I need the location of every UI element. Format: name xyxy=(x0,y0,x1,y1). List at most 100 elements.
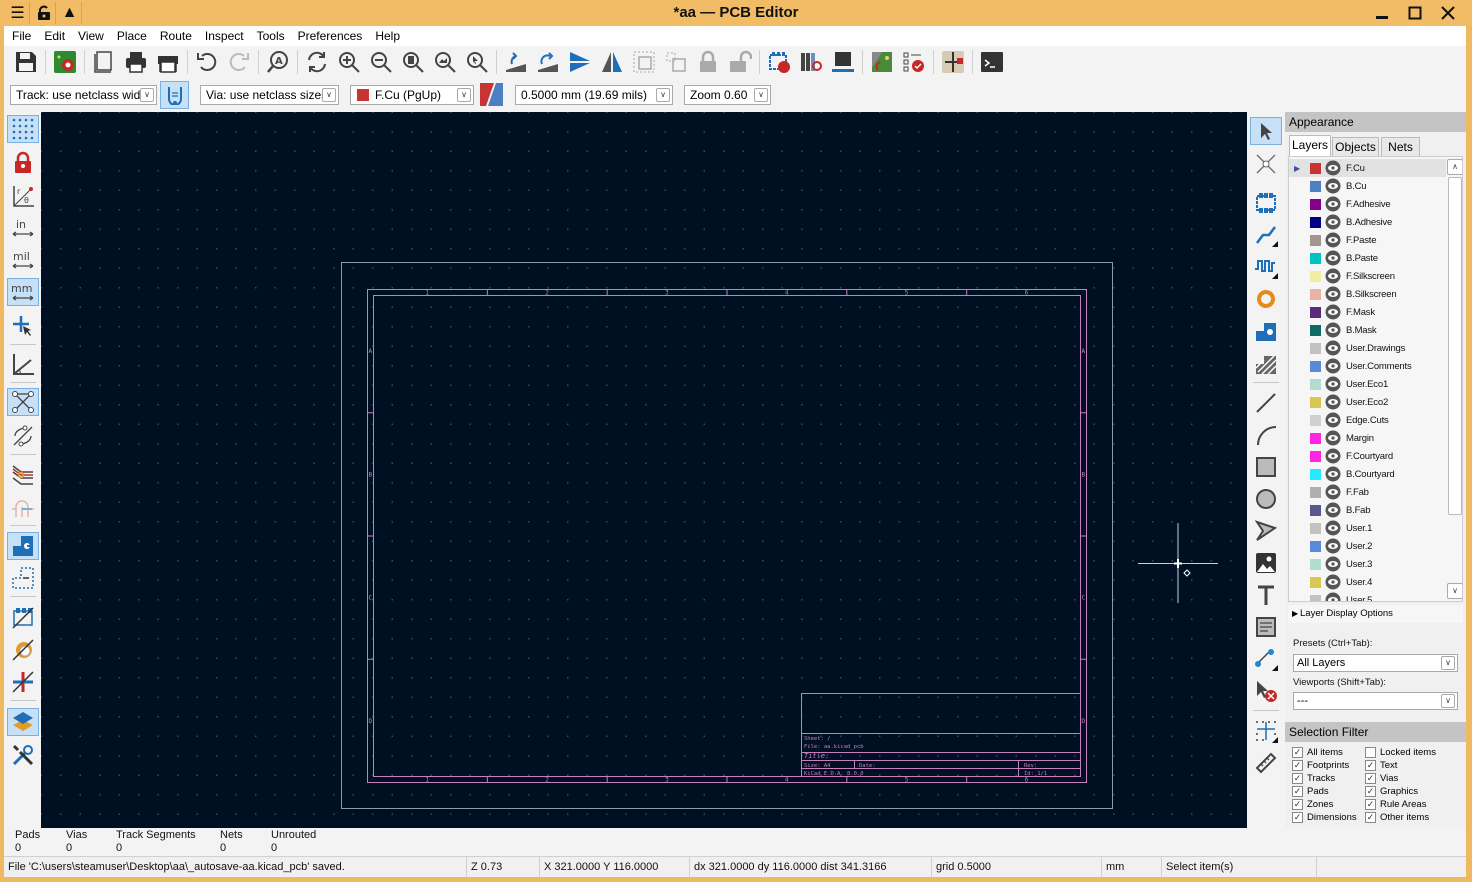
footprint-editor-button[interactable] xyxy=(763,47,795,77)
eye-icon[interactable] xyxy=(1325,232,1341,248)
layer-row[interactable]: User.Eco2 xyxy=(1289,393,1446,411)
eye-icon[interactable] xyxy=(1325,556,1341,572)
layer-color-swatch[interactable] xyxy=(1310,576,1321,588)
checkbox-icon[interactable]: ✓ xyxy=(1365,786,1376,797)
rotate-ccw-button[interactable] xyxy=(500,47,532,77)
eye-icon[interactable] xyxy=(1325,412,1341,428)
menu-file[interactable]: File xyxy=(12,29,31,43)
presets-select[interactable]: All Layers ∨ xyxy=(1293,654,1458,672)
viewports-select[interactable]: --- ∨ xyxy=(1293,692,1458,710)
layer-row[interactable]: F.Adhesive xyxy=(1289,195,1446,213)
draw-arc-tool[interactable] xyxy=(1250,421,1282,449)
schematic-editor-button[interactable] xyxy=(937,47,969,77)
crosshair-button[interactable] xyxy=(7,312,39,340)
track-width-select[interactable]: Track: use netclass width ∨ xyxy=(10,85,157,105)
eye-icon[interactable] xyxy=(1325,340,1341,356)
layer-color-swatch[interactable] xyxy=(1310,396,1321,408)
draw-polygon-tool[interactable] xyxy=(1250,517,1282,545)
filter-checkbox[interactable]: ✓ Tracks xyxy=(1292,772,1335,785)
scripting-console-button[interactable] xyxy=(976,47,1008,77)
layer-list-scrollbar[interactable]: ∧ ∨ xyxy=(1447,159,1462,599)
layer-color-swatch[interactable] xyxy=(1310,378,1321,390)
rotate-cw-button[interactable] xyxy=(532,47,564,77)
checkbox-icon[interactable]: ✓ xyxy=(1292,747,1303,758)
update-pcb-button[interactable] xyxy=(866,47,898,77)
checkbox-icon[interactable]: ✓ xyxy=(1365,760,1376,771)
layer-color-swatch[interactable] xyxy=(1310,414,1321,426)
menu-edit[interactable]: Edit xyxy=(44,29,65,43)
tab-objects[interactable]: Objects xyxy=(1332,137,1379,156)
menu-place[interactable]: Place xyxy=(117,29,147,43)
filter-checkbox[interactable]: ✓ Rule Areas xyxy=(1365,798,1426,811)
eye-icon[interactable] xyxy=(1325,214,1341,230)
layer-color-swatch[interactable] xyxy=(1310,558,1321,570)
auto-track-width-toggle[interactable] xyxy=(160,81,189,109)
filter-checkbox[interactable]: ✓ Zones xyxy=(1292,798,1333,811)
layer-color-swatch[interactable] xyxy=(1310,432,1321,444)
layer-row[interactable]: B.Cu xyxy=(1289,177,1446,195)
grid-origin-tool[interactable] xyxy=(1250,717,1282,745)
layer-row[interactable]: F.Mask xyxy=(1289,303,1446,321)
unlock-button[interactable] xyxy=(724,47,756,77)
layer-row[interactable]: B.Paste xyxy=(1289,249,1446,267)
layer-row[interactable]: Edge.Cuts xyxy=(1289,411,1446,429)
via-size-select[interactable]: Via: use netclass sizes ∨ xyxy=(200,85,339,105)
menu-inspect[interactable]: Inspect xyxy=(205,29,244,43)
mirror-v-button[interactable] xyxy=(596,47,628,77)
units-inches-button[interactable]: in xyxy=(7,214,39,242)
curved-ratsnest-toggle[interactable] xyxy=(7,422,39,450)
eye-icon[interactable] xyxy=(1325,358,1341,374)
menu-preferences[interactable]: Preferences xyxy=(298,29,363,43)
checkbox-icon[interactable]: ✓ xyxy=(1365,812,1376,823)
layer-row[interactable]: B.Silkscreen xyxy=(1289,285,1446,303)
grid-overrides-button[interactable] xyxy=(7,149,39,177)
local-ratsnest-tool[interactable] xyxy=(1250,150,1282,178)
eye-icon[interactable] xyxy=(1325,160,1341,176)
layer-row[interactable]: User.1 xyxy=(1289,519,1446,537)
page-settings-button[interactable] xyxy=(88,47,120,77)
layer-row[interactable]: B.Courtyard xyxy=(1289,465,1446,483)
filter-checkbox[interactable]: ✓ All items xyxy=(1292,746,1343,759)
redraw-button[interactable] xyxy=(301,47,333,77)
zoom-select[interactable]: Zoom 0.60 ∨ xyxy=(684,85,771,105)
layer-color-swatch[interactable] xyxy=(1310,540,1321,552)
layer-color-swatch[interactable] xyxy=(1310,216,1321,228)
checkbox-icon[interactable]: ✓ xyxy=(1365,773,1376,784)
grid-size-select[interactable]: 0.5000 mm (19.69 mils) ∨ xyxy=(515,85,673,105)
layer-row[interactable]: User.Drawings xyxy=(1289,339,1446,357)
filter-checkbox[interactable]: ✓ Pads xyxy=(1292,785,1329,798)
draw-rectangle-tool[interactable] xyxy=(1250,453,1282,481)
eye-icon[interactable] xyxy=(1325,376,1341,392)
layer-display-options-toggle[interactable]: ▶ Layer Display Options xyxy=(1288,605,1463,623)
show-tracks-toggle[interactable] xyxy=(7,460,39,488)
route-track-tool[interactable] xyxy=(1250,221,1282,249)
eye-icon[interactable] xyxy=(1325,538,1341,554)
layer-color-swatch[interactable] xyxy=(1310,234,1321,246)
layer-color-swatch[interactable] xyxy=(1310,324,1321,336)
eye-icon[interactable] xyxy=(1325,592,1341,602)
select-tool[interactable] xyxy=(1250,117,1282,145)
layer-row[interactable]: User.Eco1 xyxy=(1289,375,1446,393)
layer-row[interactable]: User.2 xyxy=(1289,537,1446,555)
checkbox-icon[interactable]: ✓ xyxy=(1292,799,1303,810)
draw-line-tool[interactable] xyxy=(1250,389,1282,417)
eye-icon[interactable] xyxy=(1325,178,1341,194)
group-button[interactable] xyxy=(628,47,660,77)
tab-nets[interactable]: Nets xyxy=(1381,137,1420,156)
zoom-out-button[interactable] xyxy=(365,47,397,77)
polar-coords-button[interactable]: rθ xyxy=(7,182,39,210)
layer-color-swatch[interactable] xyxy=(1310,270,1321,282)
tab-layers[interactable]: Layers xyxy=(1289,135,1331,157)
ungroup-button[interactable] xyxy=(660,47,692,77)
footprint-sketch-toggle[interactable] xyxy=(7,604,39,632)
print-button[interactable] xyxy=(120,47,152,77)
plot-button[interactable] xyxy=(152,47,184,77)
menu-help[interactable]: Help xyxy=(375,29,400,43)
layer-row[interactable]: B.Adhesive xyxy=(1289,213,1446,231)
eye-icon[interactable] xyxy=(1325,286,1341,302)
layer-row[interactable]: F.Silkscreen xyxy=(1289,267,1446,285)
units-mm-button[interactable]: mm xyxy=(7,278,39,306)
active-layer-select[interactable]: F.Cu (PgUp) ∨ xyxy=(350,85,474,105)
checkbox-icon[interactable]: ✓ xyxy=(1292,760,1303,771)
eye-icon[interactable] xyxy=(1325,268,1341,284)
